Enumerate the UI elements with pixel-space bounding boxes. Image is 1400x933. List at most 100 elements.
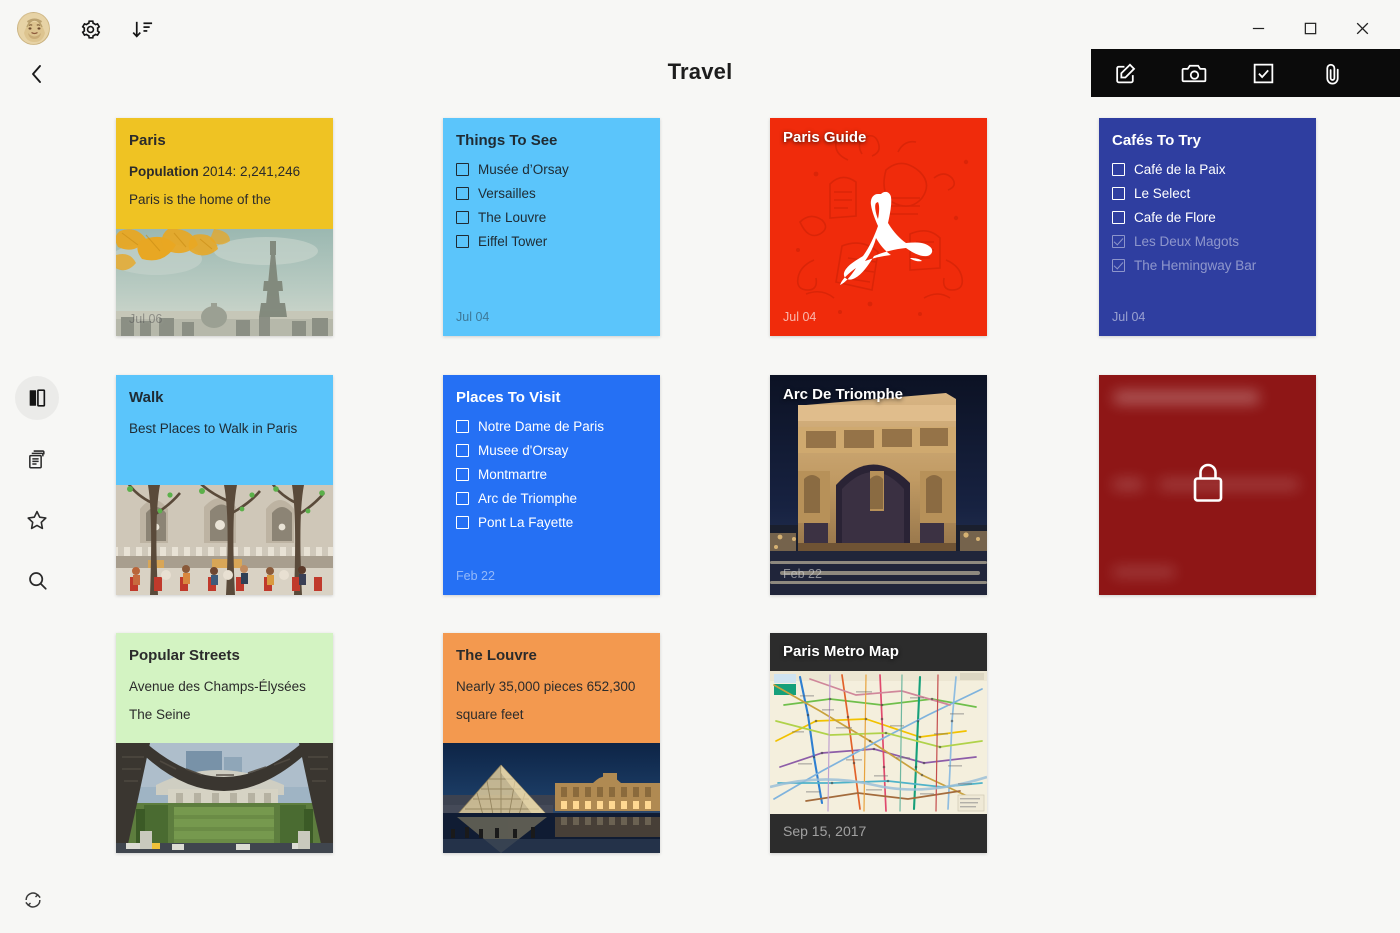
note-text-line: Population 2014: 2,241,246 (129, 162, 320, 182)
checkbox-unchecked-icon[interactable] (456, 211, 469, 224)
note-card-things-to-see[interactable]: Things To See Musée d’Orsay Versailles T… (443, 118, 660, 336)
note-thumbnail (116, 485, 333, 595)
note-title: Paris Metro Map (783, 643, 899, 660)
checklist-item[interactable]: Le Select (1112, 186, 1303, 201)
checklist-label: Eiffel Tower (478, 234, 547, 249)
checkbox-unchecked-icon[interactable] (456, 444, 469, 457)
note-date: Jul 06 (116, 312, 175, 336)
checklist-item[interactable]: Café de la Paix (1112, 162, 1303, 177)
note-card-arc-de-triomphe[interactable]: Arc De Triomphe Feb 22 (770, 375, 987, 595)
note-date: Jul 04 (770, 310, 829, 336)
checkbox-unchecked-icon[interactable] (1112, 163, 1125, 176)
checklist-label: Montmartre (478, 467, 547, 482)
checklist-label: Café de la Paix (1134, 162, 1226, 177)
note-body: Popular Streets Avenue des Champs-Élysée… (116, 633, 333, 743)
note-grid: Paris Population 2014: 2,241,246 Paris i… (0, 0, 1400, 933)
checklist-label: Le Select (1134, 186, 1190, 201)
arc-de-triomphe-night-photo (770, 375, 987, 595)
checklist-item[interactable]: Les Deux Magots (1112, 234, 1303, 249)
note-card-paris-metro-map[interactable]: Paris Metro Map (770, 633, 987, 853)
note-title: Paris Guide (783, 129, 866, 146)
note-card-paris-guide[interactable]: Paris Guide Jul 04 (770, 118, 987, 336)
checklist-item[interactable]: Musee d'Orsay (456, 443, 647, 458)
note-card-cafes-to-try[interactable]: Cafés To Try Café de la Paix Le Select C… (1099, 118, 1316, 336)
note-body: Things To See Musée d’Orsay Versailles T… (443, 118, 660, 268)
lock-button[interactable] (1187, 459, 1229, 512)
note-title: Places To Visit (456, 389, 647, 408)
checklist-label: Musée d’Orsay (478, 162, 569, 177)
checklist-item[interactable]: Eiffel Tower (456, 234, 647, 249)
note-text-rest: 2014: 2,241,246 (199, 164, 300, 179)
note-text-line: Best Places to Walk in Paris (129, 419, 320, 439)
checkbox-checked-icon[interactable] (1112, 235, 1125, 248)
checkbox-unchecked-icon[interactable] (456, 516, 469, 529)
checkbox-unchecked-icon[interactable] (1112, 211, 1125, 224)
note-card-locked[interactable] (1099, 375, 1316, 595)
louvre-pyramid-dusk-photo (443, 743, 660, 853)
note-text-line: Nearly 35,000 pieces 652,300 (456, 677, 647, 697)
checklist-label: Musee d'Orsay (478, 443, 568, 458)
note-title: Popular Streets (129, 647, 320, 666)
checklist-item[interactable]: Musée d’Orsay (456, 162, 647, 177)
checkbox-unchecked-icon[interactable] (456, 420, 469, 433)
checklist-label: Cafe de Flore (1134, 210, 1216, 225)
checklist-label: Les Deux Magots (1134, 234, 1239, 249)
note-text-line: Paris is the home of the (129, 190, 320, 210)
note-card-the-louvre[interactable]: The Louvre Nearly 35,000 pieces 652,300 … (443, 633, 660, 853)
eiffel-tower-arch-champ-de-mars-photo (116, 743, 333, 853)
note-title: Walk (129, 389, 320, 408)
checklist-item[interactable]: Notre Dame de Paris (456, 419, 647, 434)
lock-icon (1187, 459, 1229, 507)
checklist-label: The Louvre (478, 210, 546, 225)
blurred-text-placeholder (1113, 479, 1143, 490)
note-text-line: square feet (456, 705, 647, 725)
note-body: Cafés To Try Café de la Paix Le Select C… (1099, 118, 1316, 292)
note-date: Feb 22 (783, 567, 822, 581)
note-date: Jul 04 (443, 310, 502, 336)
note-card-places-to-visit[interactable]: Places To Visit Notre Dame de Paris Muse… (443, 375, 660, 595)
note-title: The Louvre (456, 647, 647, 666)
checklist-item[interactable]: Versailles (456, 186, 647, 201)
checklist-item[interactable]: The Louvre (456, 210, 647, 225)
note-thumbnail (443, 743, 660, 853)
checkbox-checked-icon[interactable] (1112, 259, 1125, 272)
note-card-paris[interactable]: Paris Population 2014: 2,241,246 Paris i… (116, 118, 333, 336)
note-thumbnail (770, 671, 987, 814)
checklist-item[interactable]: Arc de Triomphe (456, 491, 647, 506)
paris-cafe-street-illustration (116, 485, 333, 595)
paris-metro-map-image (770, 671, 987, 814)
checklist-item[interactable]: Cafe de Flore (1112, 210, 1303, 225)
blurred-text-placeholder (1159, 479, 1299, 490)
checklist-label: The Hemingway Bar (1134, 258, 1256, 273)
checkbox-unchecked-icon[interactable] (456, 235, 469, 248)
note-body: The Louvre Nearly 35,000 pieces 652,300 … (443, 633, 660, 743)
note-thumbnail (116, 743, 333, 853)
checkbox-unchecked-icon[interactable] (1112, 187, 1125, 200)
note-date: Sep 15, 2017 (783, 823, 866, 839)
pdf-attachment-artwork (770, 118, 987, 336)
note-date: Feb 22 (443, 569, 508, 595)
note-header-bar: Paris Metro Map (770, 633, 987, 671)
note-body: Paris Population 2014: 2,241,246 Paris i… (116, 118, 333, 229)
checklist-label: Versailles (478, 186, 536, 201)
checkbox-unchecked-icon[interactable] (456, 468, 469, 481)
note-text-line: The Seine (129, 705, 320, 725)
checklist-item[interactable]: The Hemingway Bar (1112, 258, 1303, 273)
checkbox-unchecked-icon[interactable] (456, 163, 469, 176)
checkbox-unchecked-icon[interactable] (456, 187, 469, 200)
note-card-popular-streets[interactable]: Popular Streets Avenue des Champs-Élysée… (116, 633, 333, 853)
note-title: Things To See (456, 132, 647, 151)
checklist-item[interactable]: Montmartre (456, 467, 647, 482)
note-text-bold: Population (129, 164, 199, 179)
note-title: Paris (129, 132, 320, 151)
note-text-line: Avenue des Champs-Élysées (129, 677, 320, 697)
note-footer-bar: Sep 15, 2017 (770, 814, 987, 853)
note-title: Arc De Triomphe (783, 386, 903, 403)
note-card-walk[interactable]: Walk Best Places to Walk in Paris (116, 375, 333, 595)
checklist-item[interactable]: Pont La Fayette (456, 515, 647, 530)
checklist-label: Arc de Triomphe (478, 491, 577, 506)
blurred-title-placeholder (1114, 391, 1259, 404)
checklist-label: Notre Dame de Paris (478, 419, 604, 434)
checkbox-unchecked-icon[interactable] (456, 492, 469, 505)
note-date: Jul 04 (1099, 310, 1158, 336)
